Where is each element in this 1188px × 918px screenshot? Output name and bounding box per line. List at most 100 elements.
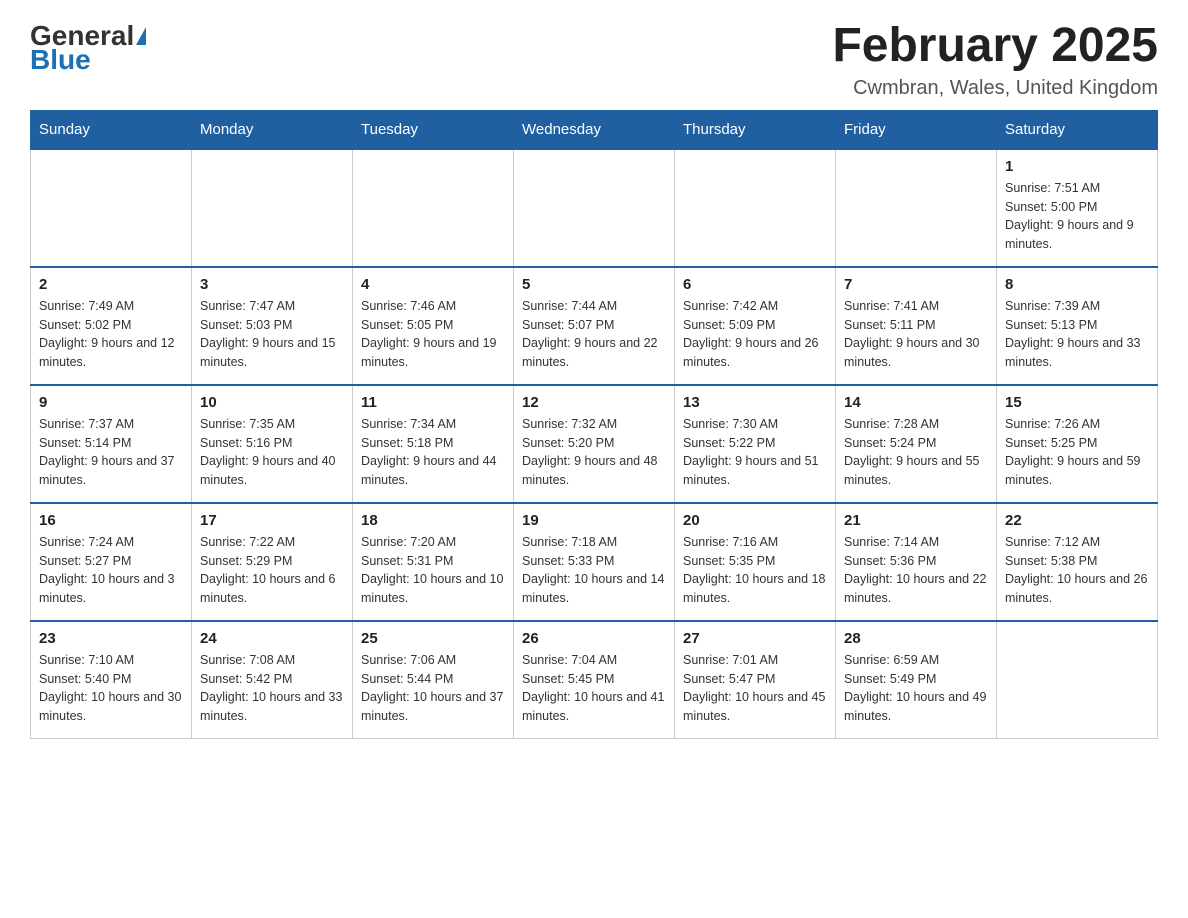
calendar-table: SundayMondayTuesdayWednesdayThursdayFrid… bbox=[30, 110, 1158, 739]
calendar-header-row: SundayMondayTuesdayWednesdayThursdayFrid… bbox=[31, 110, 1158, 149]
logo-triangle-icon bbox=[136, 27, 146, 45]
weekday-header-sunday: Sunday bbox=[31, 110, 192, 149]
day-info: Sunrise: 7:37 AM Sunset: 5:14 PM Dayligh… bbox=[39, 415, 183, 490]
logo-blue-text: Blue bbox=[30, 44, 91, 76]
day-info: Sunrise: 7:41 AM Sunset: 5:11 PM Dayligh… bbox=[844, 297, 988, 372]
day-number: 23 bbox=[39, 630, 183, 647]
day-number: 14 bbox=[844, 394, 988, 411]
day-number: 27 bbox=[683, 630, 827, 647]
calendar-cell: 10 Sunrise: 7:35 AM Sunset: 5:16 PM Dayli… bbox=[192, 385, 353, 503]
day-number: 20 bbox=[683, 512, 827, 529]
day-number: 18 bbox=[361, 512, 505, 529]
calendar-cell: 14 Sunrise: 7:28 AM Sunset: 5:24 PM Dayli… bbox=[836, 385, 997, 503]
weekday-header-thursday: Thursday bbox=[675, 110, 836, 149]
day-number: 10 bbox=[200, 394, 344, 411]
day-info: Sunrise: 7:24 AM Sunset: 5:27 PM Dayligh… bbox=[39, 533, 183, 608]
day-info: Sunrise: 7:42 AM Sunset: 5:09 PM Dayligh… bbox=[683, 297, 827, 372]
location-label: Cwmbran, Wales, United Kingdom bbox=[832, 77, 1158, 100]
calendar-cell: 5 Sunrise: 7:44 AM Sunset: 5:07 PM Daylig… bbox=[514, 267, 675, 385]
calendar-cell: 21Sunrise: 7:14 AM Sunset: 5:36 PM Dayli… bbox=[836, 503, 997, 621]
calendar-cell bbox=[192, 149, 353, 267]
calendar-cell: 4Sunrise: 7:46 AM Sunset: 5:05 PM Daylig… bbox=[353, 267, 514, 385]
weekday-header-saturday: Saturday bbox=[997, 110, 1158, 149]
day-number: 1 bbox=[1005, 158, 1149, 175]
calendar-cell: 28 Sunrise: 6:59 AM Sunset: 5:49 PM Dayli… bbox=[836, 621, 997, 739]
day-info: Sunrise: 7:30 AM Sunset: 5:22 PM Dayligh… bbox=[683, 415, 827, 490]
day-number: 21 bbox=[844, 512, 988, 529]
calendar-cell: 13 Sunrise: 7:30 AM Sunset: 5:22 PM Dayli… bbox=[675, 385, 836, 503]
day-info: Sunrise: 7:01 AM Sunset: 5:47 PM Dayligh… bbox=[683, 651, 827, 726]
day-info: Sunrise: 7:16 AM Sunset: 5:35 PM Dayligh… bbox=[683, 533, 827, 608]
calendar-cell bbox=[353, 149, 514, 267]
calendar-cell bbox=[675, 149, 836, 267]
day-info: Sunrise: 7:47 AM Sunset: 5:03 PM Dayligh… bbox=[200, 297, 344, 372]
calendar-week-row-1: 1 Sunrise: 7:51 AM Sunset: 5:00 PM Daylig… bbox=[31, 149, 1158, 267]
weekday-header-wednesday: Wednesday bbox=[514, 110, 675, 149]
day-number: 28 bbox=[844, 630, 988, 647]
calendar-cell: 1 Sunrise: 7:51 AM Sunset: 5:00 PM Daylig… bbox=[997, 149, 1158, 267]
weekday-header-monday: Monday bbox=[192, 110, 353, 149]
day-number: 16 bbox=[39, 512, 183, 529]
calendar-cell: 27 Sunrise: 7:01 AM Sunset: 5:47 PM Dayli… bbox=[675, 621, 836, 739]
day-info: Sunrise: 7:10 AM Sunset: 5:40 PM Dayligh… bbox=[39, 651, 183, 726]
day-number: 7 bbox=[844, 276, 988, 293]
calendar-cell: 12 Sunrise: 7:32 AM Sunset: 5:20 PM Dayli… bbox=[514, 385, 675, 503]
day-info: Sunrise: 7:32 AM Sunset: 5:20 PM Dayligh… bbox=[522, 415, 666, 490]
calendar-cell: 2 Sunrise: 7:49 AM Sunset: 5:02 PM Daylig… bbox=[31, 267, 192, 385]
day-info: Sunrise: 7:51 AM Sunset: 5:00 PM Dayligh… bbox=[1005, 179, 1149, 254]
calendar-cell: 3 Sunrise: 7:47 AM Sunset: 5:03 PM Daylig… bbox=[192, 267, 353, 385]
calendar-cell: 24 Sunrise: 7:08 AM Sunset: 5:42 PM Dayli… bbox=[192, 621, 353, 739]
day-number: 5 bbox=[522, 276, 666, 293]
day-number: 12 bbox=[522, 394, 666, 411]
calendar-cell: 9 Sunrise: 7:37 AM Sunset: 5:14 PM Daylig… bbox=[31, 385, 192, 503]
calendar-week-row-2: 2 Sunrise: 7:49 AM Sunset: 5:02 PM Daylig… bbox=[31, 267, 1158, 385]
calendar-cell: 6 Sunrise: 7:42 AM Sunset: 5:09 PM Daylig… bbox=[675, 267, 836, 385]
calendar-week-row-3: 9 Sunrise: 7:37 AM Sunset: 5:14 PM Daylig… bbox=[31, 385, 1158, 503]
day-number: 11 bbox=[361, 394, 505, 411]
calendar-cell: 18Sunrise: 7:20 AM Sunset: 5:31 PM Dayli… bbox=[353, 503, 514, 621]
calendar-cell: 15 Sunrise: 7:26 AM Sunset: 5:25 PM Dayli… bbox=[997, 385, 1158, 503]
calendar-cell: 25Sunrise: 7:06 AM Sunset: 5:44 PM Dayli… bbox=[353, 621, 514, 739]
day-info: Sunrise: 7:34 AM Sunset: 5:18 PM Dayligh… bbox=[361, 415, 505, 490]
day-info: Sunrise: 7:04 AM Sunset: 5:45 PM Dayligh… bbox=[522, 651, 666, 726]
calendar-cell: 23 Sunrise: 7:10 AM Sunset: 5:40 PM Dayli… bbox=[31, 621, 192, 739]
day-info: Sunrise: 7:46 AM Sunset: 5:05 PM Dayligh… bbox=[361, 297, 505, 372]
calendar-cell bbox=[514, 149, 675, 267]
day-info: Sunrise: 7:18 AM Sunset: 5:33 PM Dayligh… bbox=[522, 533, 666, 608]
day-info: Sunrise: 7:44 AM Sunset: 5:07 PM Dayligh… bbox=[522, 297, 666, 372]
day-number: 25 bbox=[361, 630, 505, 647]
day-number: 13 bbox=[683, 394, 827, 411]
day-info: Sunrise: 6:59 AM Sunset: 5:49 PM Dayligh… bbox=[844, 651, 988, 726]
day-info: Sunrise: 7:22 AM Sunset: 5:29 PM Dayligh… bbox=[200, 533, 344, 608]
calendar-cell: 8 Sunrise: 7:39 AM Sunset: 5:13 PM Daylig… bbox=[997, 267, 1158, 385]
day-number: 26 bbox=[522, 630, 666, 647]
day-number: 3 bbox=[200, 276, 344, 293]
day-info: Sunrise: 7:08 AM Sunset: 5:42 PM Dayligh… bbox=[200, 651, 344, 726]
calendar-cell: 11 Sunrise: 7:34 AM Sunset: 5:18 PM Dayli… bbox=[353, 385, 514, 503]
day-number: 15 bbox=[1005, 394, 1149, 411]
calendar-cell bbox=[836, 149, 997, 267]
weekday-header-tuesday: Tuesday bbox=[353, 110, 514, 149]
title-section: February 2025 Cwmbran, Wales, United Kin… bbox=[832, 20, 1158, 100]
day-info: Sunrise: 7:39 AM Sunset: 5:13 PM Dayligh… bbox=[1005, 297, 1149, 372]
day-info: Sunrise: 7:26 AM Sunset: 5:25 PM Dayligh… bbox=[1005, 415, 1149, 490]
day-number: 8 bbox=[1005, 276, 1149, 293]
day-number: 17 bbox=[200, 512, 344, 529]
month-title: February 2025 bbox=[832, 20, 1158, 73]
page-header: General Blue February 2025 Cwmbran, Wale… bbox=[30, 20, 1158, 100]
day-info: Sunrise: 7:35 AM Sunset: 5:16 PM Dayligh… bbox=[200, 415, 344, 490]
day-number: 24 bbox=[200, 630, 344, 647]
calendar-cell: 16 Sunrise: 7:24 AM Sunset: 5:27 PM Dayli… bbox=[31, 503, 192, 621]
calendar-cell: 19Sunrise: 7:18 AM Sunset: 5:33 PM Dayli… bbox=[514, 503, 675, 621]
day-number: 22 bbox=[1005, 512, 1149, 529]
day-info: Sunrise: 7:49 AM Sunset: 5:02 PM Dayligh… bbox=[39, 297, 183, 372]
day-info: Sunrise: 7:12 AM Sunset: 5:38 PM Dayligh… bbox=[1005, 533, 1149, 608]
day-number: 2 bbox=[39, 276, 183, 293]
day-number: 6 bbox=[683, 276, 827, 293]
day-number: 9 bbox=[39, 394, 183, 411]
day-info: Sunrise: 7:28 AM Sunset: 5:24 PM Dayligh… bbox=[844, 415, 988, 490]
calendar-cell: 7 Sunrise: 7:41 AM Sunset: 5:11 PM Daylig… bbox=[836, 267, 997, 385]
weekday-header-friday: Friday bbox=[836, 110, 997, 149]
calendar-week-row-4: 16 Sunrise: 7:24 AM Sunset: 5:27 PM Dayli… bbox=[31, 503, 1158, 621]
logo: General Blue bbox=[30, 20, 146, 76]
